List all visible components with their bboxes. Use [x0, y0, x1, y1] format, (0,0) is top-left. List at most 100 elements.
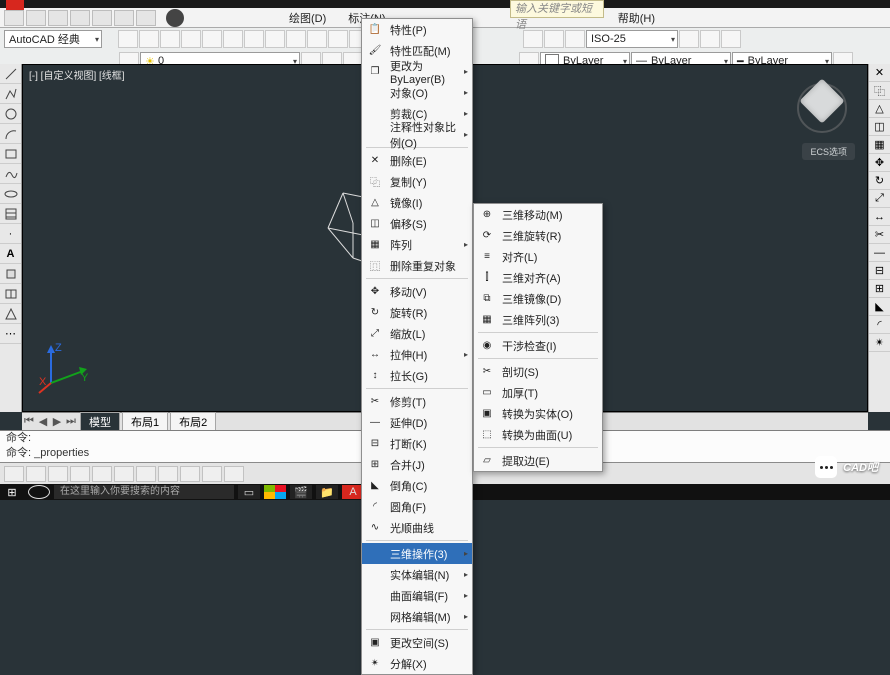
tab-layout1[interactable]: 布局1	[122, 412, 168, 432]
tool-region[interactable]	[0, 304, 21, 324]
tool-point[interactable]: ·	[0, 224, 21, 244]
tool-hatch[interactable]	[0, 204, 21, 224]
toolbar-button[interactable]	[244, 30, 264, 48]
menu-item[interactable]: 三维操作(3)▸	[362, 543, 472, 564]
menu-item[interactable]: ⤢缩放(L)	[362, 323, 472, 344]
menu-item[interactable]: ✥移动(V)	[362, 281, 472, 302]
toolbar-button[interactable]	[700, 30, 720, 48]
qat-button[interactable]	[92, 10, 112, 26]
tool-fillet[interactable]: ◜	[869, 316, 890, 334]
menu-item[interactable]: ⿻复制(Y)	[362, 171, 472, 192]
tool-explode[interactable]: ✴	[869, 334, 890, 352]
toolbar-button[interactable]	[679, 30, 699, 48]
menu-item[interactable]: ▦阵列▸	[362, 234, 472, 255]
toolbar-button[interactable]	[202, 30, 222, 48]
taskbar-app[interactable]: 📁	[316, 485, 338, 499]
tool-trim[interactable]: ✂	[869, 226, 890, 244]
taskbar-app[interactable]: 🎬	[290, 485, 312, 499]
menu-item[interactable]: ↻旋转(R)	[362, 302, 472, 323]
menu-draw[interactable]: 绘图(D)	[278, 7, 337, 29]
tab-model[interactable]: 模型	[80, 412, 120, 432]
tool-offset[interactable]: ◫	[869, 118, 890, 136]
menu-item[interactable]: ◜圆角(F)	[362, 496, 472, 517]
toolbar-button[interactable]	[286, 30, 306, 48]
menu-item[interactable]: ✂剖切(S)	[474, 361, 602, 382]
menu-item[interactable]: ▣转换为实体(O)	[474, 403, 602, 424]
tool-extend[interactable]: —	[869, 244, 890, 262]
status-button[interactable]	[224, 466, 244, 482]
tab-nav-next[interactable]: ▶	[50, 415, 64, 428]
dimstyle-dropdown[interactable]: ISO-25▾	[586, 30, 678, 48]
qat-button[interactable]	[70, 10, 90, 26]
menu-item[interactable]: ✂修剪(T)	[362, 391, 472, 412]
toolbar-button[interactable]	[181, 30, 201, 48]
tool-arc[interactable]	[0, 124, 21, 144]
tool-misc[interactable]: ⋯	[0, 324, 21, 344]
menu-item[interactable]: ✕删除(E)	[362, 150, 472, 171]
toolbar-button[interactable]	[118, 30, 138, 48]
menu-item[interactable]: ◉干涉检查(I)	[474, 335, 602, 356]
status-button[interactable]	[114, 466, 134, 482]
status-button[interactable]	[92, 466, 112, 482]
tool-text[interactable]: A	[0, 244, 21, 264]
tool-join[interactable]: ⊞	[869, 280, 890, 298]
toolbar-button[interactable]	[265, 30, 285, 48]
tab-nav-first[interactable]: ⏮	[22, 415, 36, 428]
tool-chamfer[interactable]: ◣	[869, 298, 890, 316]
toolbar-button[interactable]	[223, 30, 243, 48]
qat-button[interactable]	[4, 10, 24, 26]
toolbar-button[interactable]	[307, 30, 327, 48]
toolbar-button[interactable]	[721, 30, 741, 48]
menu-item[interactable]: 对象(O)▸	[362, 82, 472, 103]
tab-nav-last[interactable]: ⏭	[64, 415, 78, 428]
menu-item[interactable]: ⧉三维镜像(D)	[474, 288, 602, 309]
menu-item[interactable]: ✴分解(X)	[362, 653, 472, 674]
start-button[interactable]: ⊞	[0, 484, 24, 500]
menu-item[interactable]: ⿵删除重复对象	[362, 255, 472, 276]
tool-rectangle[interactable]	[0, 144, 21, 164]
tool-copy[interactable]: ⿻	[869, 82, 890, 100]
menu-item[interactable]: ⊕三维移动(M)	[474, 204, 602, 225]
tool-stretch[interactable]: ↔	[869, 208, 890, 226]
taskbar-app[interactable]	[264, 485, 286, 499]
status-button[interactable]	[180, 466, 200, 482]
gear-icon[interactable]	[166, 9, 184, 27]
menu-item[interactable]: 网格编辑(M)▸	[362, 606, 472, 627]
menu-item[interactable]: ⊞合并(J)	[362, 454, 472, 475]
tool-mirror[interactable]: △	[869, 100, 890, 118]
viewport-label[interactable]: [-] [自定义视图] [线框]	[29, 67, 125, 82]
menu-item[interactable]: ▣更改空间(S)	[362, 632, 472, 653]
status-button[interactable]	[136, 466, 156, 482]
tool-circle[interactable]	[0, 104, 21, 124]
menu-item[interactable]: 曲面编辑(F)▸	[362, 585, 472, 606]
menu-item[interactable]: ❐更改为 ByLayer(B)▸	[362, 61, 472, 82]
status-button[interactable]	[26, 466, 46, 482]
tool-polyline[interactable]	[0, 84, 21, 104]
task-view-icon[interactable]: ▭	[238, 485, 260, 499]
toolbar-button[interactable]	[139, 30, 159, 48]
tool-table[interactable]	[0, 284, 21, 304]
cortana-icon[interactable]	[28, 485, 50, 499]
qat-button[interactable]	[48, 10, 68, 26]
tool-block[interactable]	[0, 264, 21, 284]
tool-array[interactable]: ▦	[869, 136, 890, 154]
toolbar-button[interactable]	[565, 30, 585, 48]
menu-item[interactable]: 📋特性(P)	[362, 19, 472, 40]
status-button[interactable]	[70, 466, 90, 482]
menu-item[interactable]: ⫿三维对齐(A)	[474, 267, 602, 288]
taskbar-search[interactable]: 在这里输入你要搜索的内容	[54, 485, 234, 499]
viewcube[interactable]	[797, 83, 847, 133]
toolbar-button[interactable]	[160, 30, 180, 48]
toolbar-button[interactable]	[544, 30, 564, 48]
menu-item[interactable]: ▭加厚(T)	[474, 382, 602, 403]
menu-item[interactable]: ⊟打断(K)	[362, 433, 472, 454]
menu-item[interactable]: ◫偏移(S)	[362, 213, 472, 234]
menu-item[interactable]: ▦三维阵列(3)	[474, 309, 602, 330]
tool-break[interactable]: ⊟	[869, 262, 890, 280]
menu-item[interactable]: ≡对齐(L)	[474, 246, 602, 267]
ecs-options-button[interactable]: ECS选项	[802, 143, 855, 160]
status-button[interactable]	[4, 466, 24, 482]
toolbar-button[interactable]	[328, 30, 348, 48]
help-search-input[interactable]: 输入关键字或短语	[510, 0, 604, 18]
tool-rotate[interactable]: ↻	[869, 172, 890, 190]
